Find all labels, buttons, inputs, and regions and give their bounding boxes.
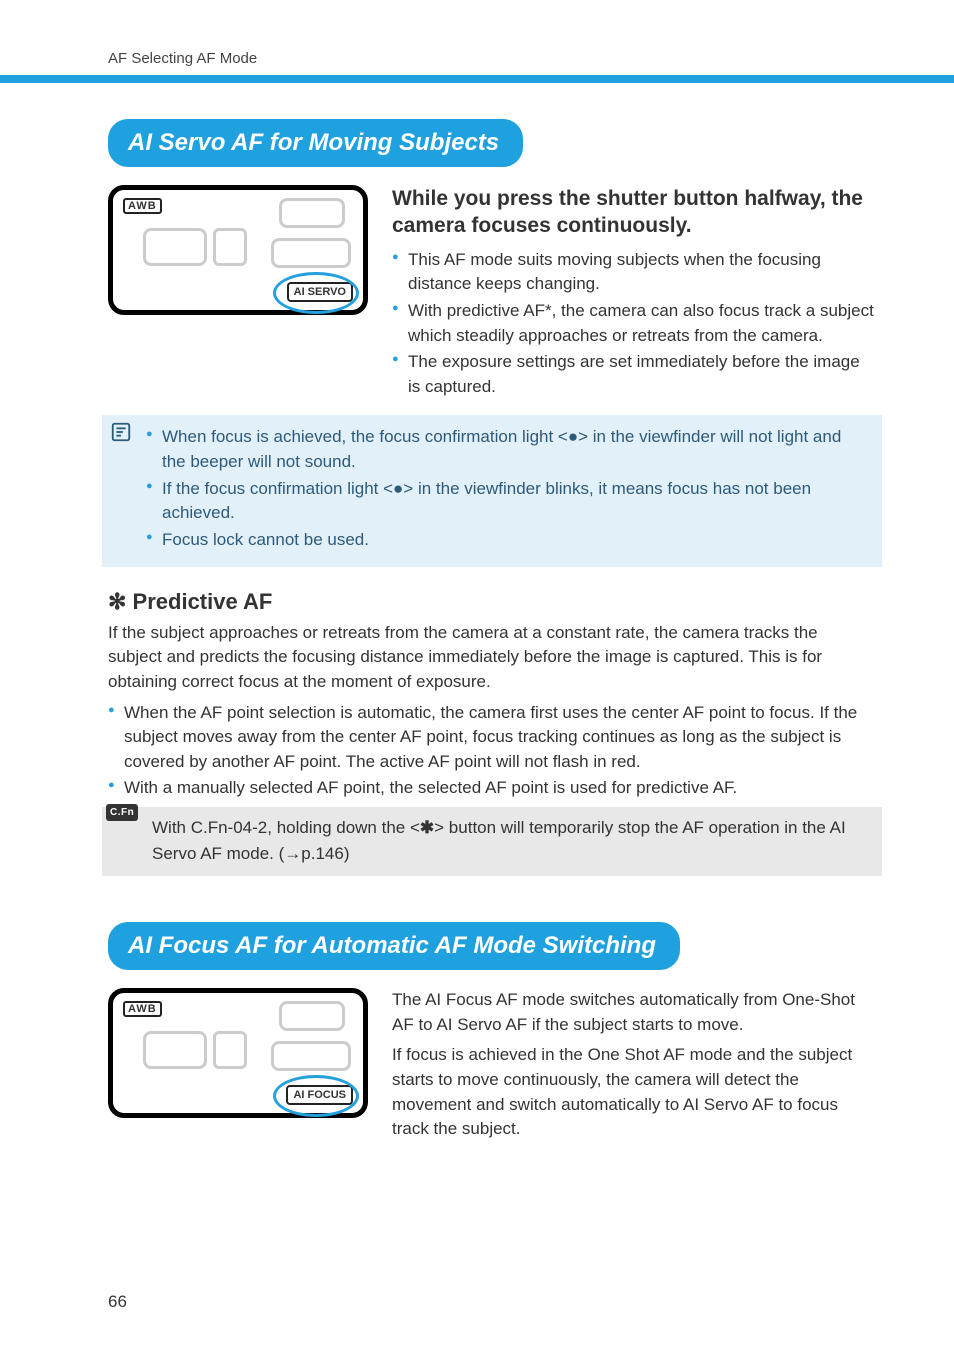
section1-row: AWB AI SERVO While you press the shutter… [108,185,876,401]
seven-seg-right-a [279,198,345,228]
star-button-icon: ✱ [420,818,434,837]
cfn-badge: C.Fn [106,804,138,821]
section2-description: The AI Focus AF mode switches automatica… [392,988,876,1148]
list-item: When focus is achieved, the focus confir… [146,425,866,474]
note-icon [110,421,132,443]
predictive-af-para: If the subject approaches or retreats fr… [108,621,876,695]
list-item: Focus lock cannot be used. [146,528,866,553]
list-item: When the AF point selection is automatic… [108,701,876,775]
lcd-panel-ai-servo: AWB AI SERVO [108,185,368,315]
page-number: 66 [108,1292,127,1312]
section1-heading: While you press the shutter button halfw… [392,185,876,240]
lcd-panel-ai-focus: AWB AI FOCUS [108,988,368,1118]
seven-seg-right-a [279,1001,345,1031]
custom-function-note: C.Fn With C.Fn-04-2, holding down the <✱… [102,807,882,876]
awb-indicator: AWB [123,198,162,214]
header-rule [0,75,954,83]
awb-indicator: AWB [123,1001,162,1017]
predictive-bullet-list: When the AF point selection is automatic… [108,701,876,802]
list-item: If the focus confirmation light <●> in t… [146,477,866,526]
callout-ring-icon [273,1075,359,1117]
note-box: When focus is achieved, the focus confir… [102,415,882,566]
predictive-af-heading: ✻ Predictive AF [108,589,876,615]
section2-para2: If focus is achieved in the One Shot AF … [392,1043,876,1142]
list-item: This AF mode suits moving subjects when … [392,248,876,297]
seven-seg-small [213,228,247,266]
cfn-text-a: With C.Fn-04-2, holding down the < [152,818,420,837]
seven-seg-small [213,1031,247,1069]
section-title-ai-servo: AI Servo AF for Moving Subjects [108,119,523,167]
list-item: The exposure settings are set immediatel… [392,350,876,399]
list-item: With a manually selected AF point, the s… [108,776,876,801]
section-title-ai-focus: AI Focus AF for Automatic AF Mode Switch… [108,922,680,970]
section2-para1: The AI Focus AF mode switches automatica… [392,988,876,1037]
seven-seg-large [143,1031,207,1069]
seven-seg-right-b [271,238,351,268]
section1-description: While you press the shutter button halfw… [392,185,876,401]
seven-seg-large [143,228,207,266]
predictive-af-title-text: Predictive AF [126,589,272,614]
running-head: AF Selecting AF Mode [108,50,876,67]
list-item: With predictive AF*, the camera can also… [392,299,876,348]
seven-seg-right-b [271,1041,351,1071]
section2-row: AWB AI FOCUS The AI Focus AF mode switch… [108,988,876,1148]
section1-bullet-list: This AF mode suits moving subjects when … [392,248,876,400]
asterisk-icon: ✻ [108,589,126,614]
callout-ring-icon [273,272,359,314]
